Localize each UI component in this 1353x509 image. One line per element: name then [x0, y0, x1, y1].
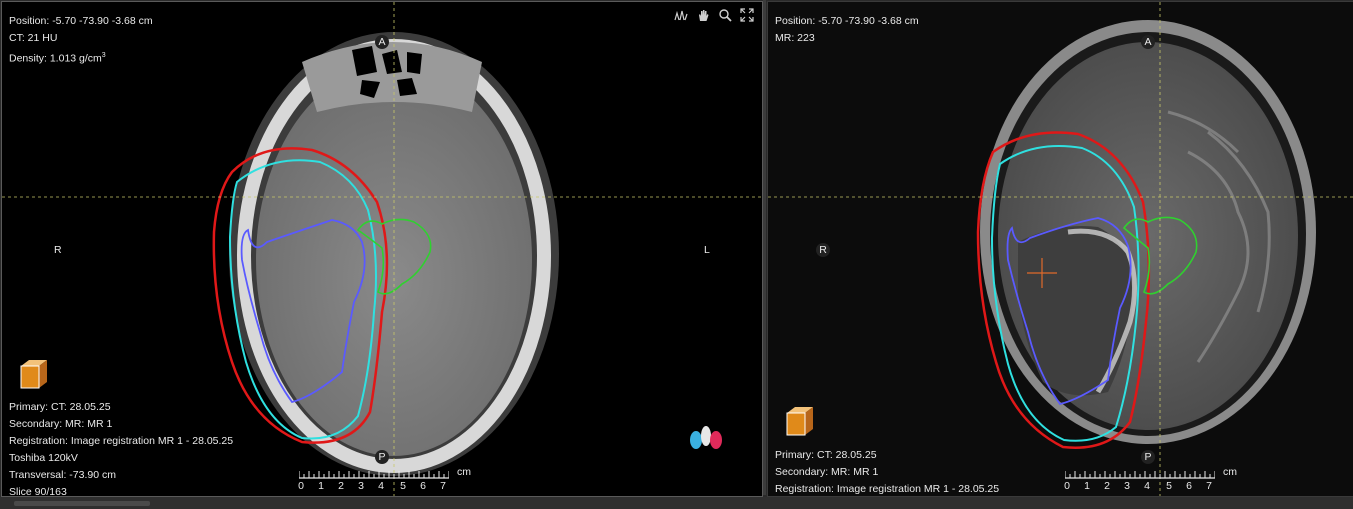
mr-primary-text: Primary: CT: 28.05.25 [775, 449, 877, 461]
ct-toolbar [674, 8, 754, 22]
ct-density-text: Density: 1.013 g/cm3 [9, 52, 106, 65]
ct-orient-anterior: A [375, 35, 389, 49]
mr-scale-ruler [1065, 471, 1215, 479]
mr-orientation-cube-icon[interactable] [783, 405, 815, 437]
mr-orient-right: R [816, 243, 830, 257]
scale-label: 0 [298, 480, 304, 492]
scale-label: 0 [1064, 480, 1070, 492]
scale-label: 4 [1144, 480, 1150, 492]
ct-scale-unit: cm [457, 466, 471, 478]
mr-scan-image[interactable] [768, 2, 1353, 496]
window-level-icon[interactable] [674, 8, 688, 22]
ct-bottom-info: Primary: CT: 28.05.25 Secondary: MR: MR … [9, 399, 234, 497]
horizontal-scrollbar[interactable] [0, 497, 1353, 509]
ct-plane-text: Transversal: -73.90 cm [9, 469, 116, 481]
scale-label: 6 [420, 480, 426, 492]
fullscreen-icon[interactable] [740, 8, 754, 22]
ct-position-text: Position: -5.70 -73.90 -3.68 cm [9, 15, 153, 27]
ct-top-info: Position: -5.70 -73.90 -3.68 cm CT: 21 H… [9, 13, 153, 65]
ct-orient-left: L [704, 244, 710, 256]
mr-bottom-info: Primary: CT: 28.05.25 Secondary: MR: MR … [775, 447, 1000, 496]
zoom-icon[interactable] [718, 8, 732, 22]
ct-hu-text: CT: 21 HU [9, 32, 58, 44]
scale-label: 4 [378, 480, 384, 492]
ct-scale-bar: cm 0 1 2 3 4 5 6 7 [298, 466, 471, 496]
ct-orient-posterior: P [375, 450, 389, 464]
mr-registration-text: Registration: Image registration MR 1 - … [775, 483, 1000, 495]
mr-top-info: Position: -5.70 -73.90 -3.68 cm MR: 223 [775, 13, 919, 47]
scale-label: 7 [440, 480, 446, 492]
scale-label: 6 [1186, 480, 1192, 492]
mr-scale-bar: cm 0 1 2 3 4 5 6 7 [1064, 466, 1237, 496]
mr-secondary-text: Secondary: MR: MR 1 [775, 466, 879, 478]
ct-registration-text: Registration: Image registration MR 1 - … [9, 435, 234, 447]
scale-label: 5 [1166, 480, 1172, 492]
ct-scale-ruler [299, 471, 449, 479]
scale-label: 2 [338, 480, 344, 492]
ct-slice-text: Slice 90/163 [9, 486, 67, 497]
mr-position-text: Position: -5.70 -73.90 -3.68 cm [775, 15, 919, 27]
app-logo-icon [690, 426, 722, 449]
ct-secondary-text: Secondary: MR: MR 1 [9, 418, 113, 430]
ct-orient-right: R [54, 244, 62, 256]
scale-label: 1 [318, 480, 324, 492]
ct-viewport[interactable]: Position: -5.70 -73.90 -3.68 cm CT: 21 H… [1, 1, 763, 497]
ct-scanner-text: Toshiba 120kV [9, 452, 78, 464]
scale-label: 1 [1084, 480, 1090, 492]
viewport-splitter[interactable] [763, 0, 766, 495]
scrollbar-thumb[interactable] [14, 501, 150, 506]
mr-viewport[interactable]: Position: -5.70 -73.90 -3.68 cm MR: 223 … [767, 1, 1353, 497]
scale-label: 7 [1206, 480, 1212, 492]
scale-label: 3 [1124, 480, 1130, 492]
mr-orient-anterior: A [1141, 35, 1155, 49]
ct-orientation-cube-icon[interactable] [17, 358, 49, 390]
ct-primary-text: Primary: CT: 28.05.25 [9, 401, 111, 413]
mr-value-text: MR: 223 [775, 32, 815, 44]
mr-orient-posterior: P [1141, 450, 1155, 464]
pan-hand-icon[interactable] [696, 8, 710, 22]
scale-label: 3 [358, 480, 364, 492]
mr-scale-unit: cm [1223, 466, 1237, 478]
scale-label: 2 [1104, 480, 1110, 492]
scale-label: 5 [400, 480, 406, 492]
